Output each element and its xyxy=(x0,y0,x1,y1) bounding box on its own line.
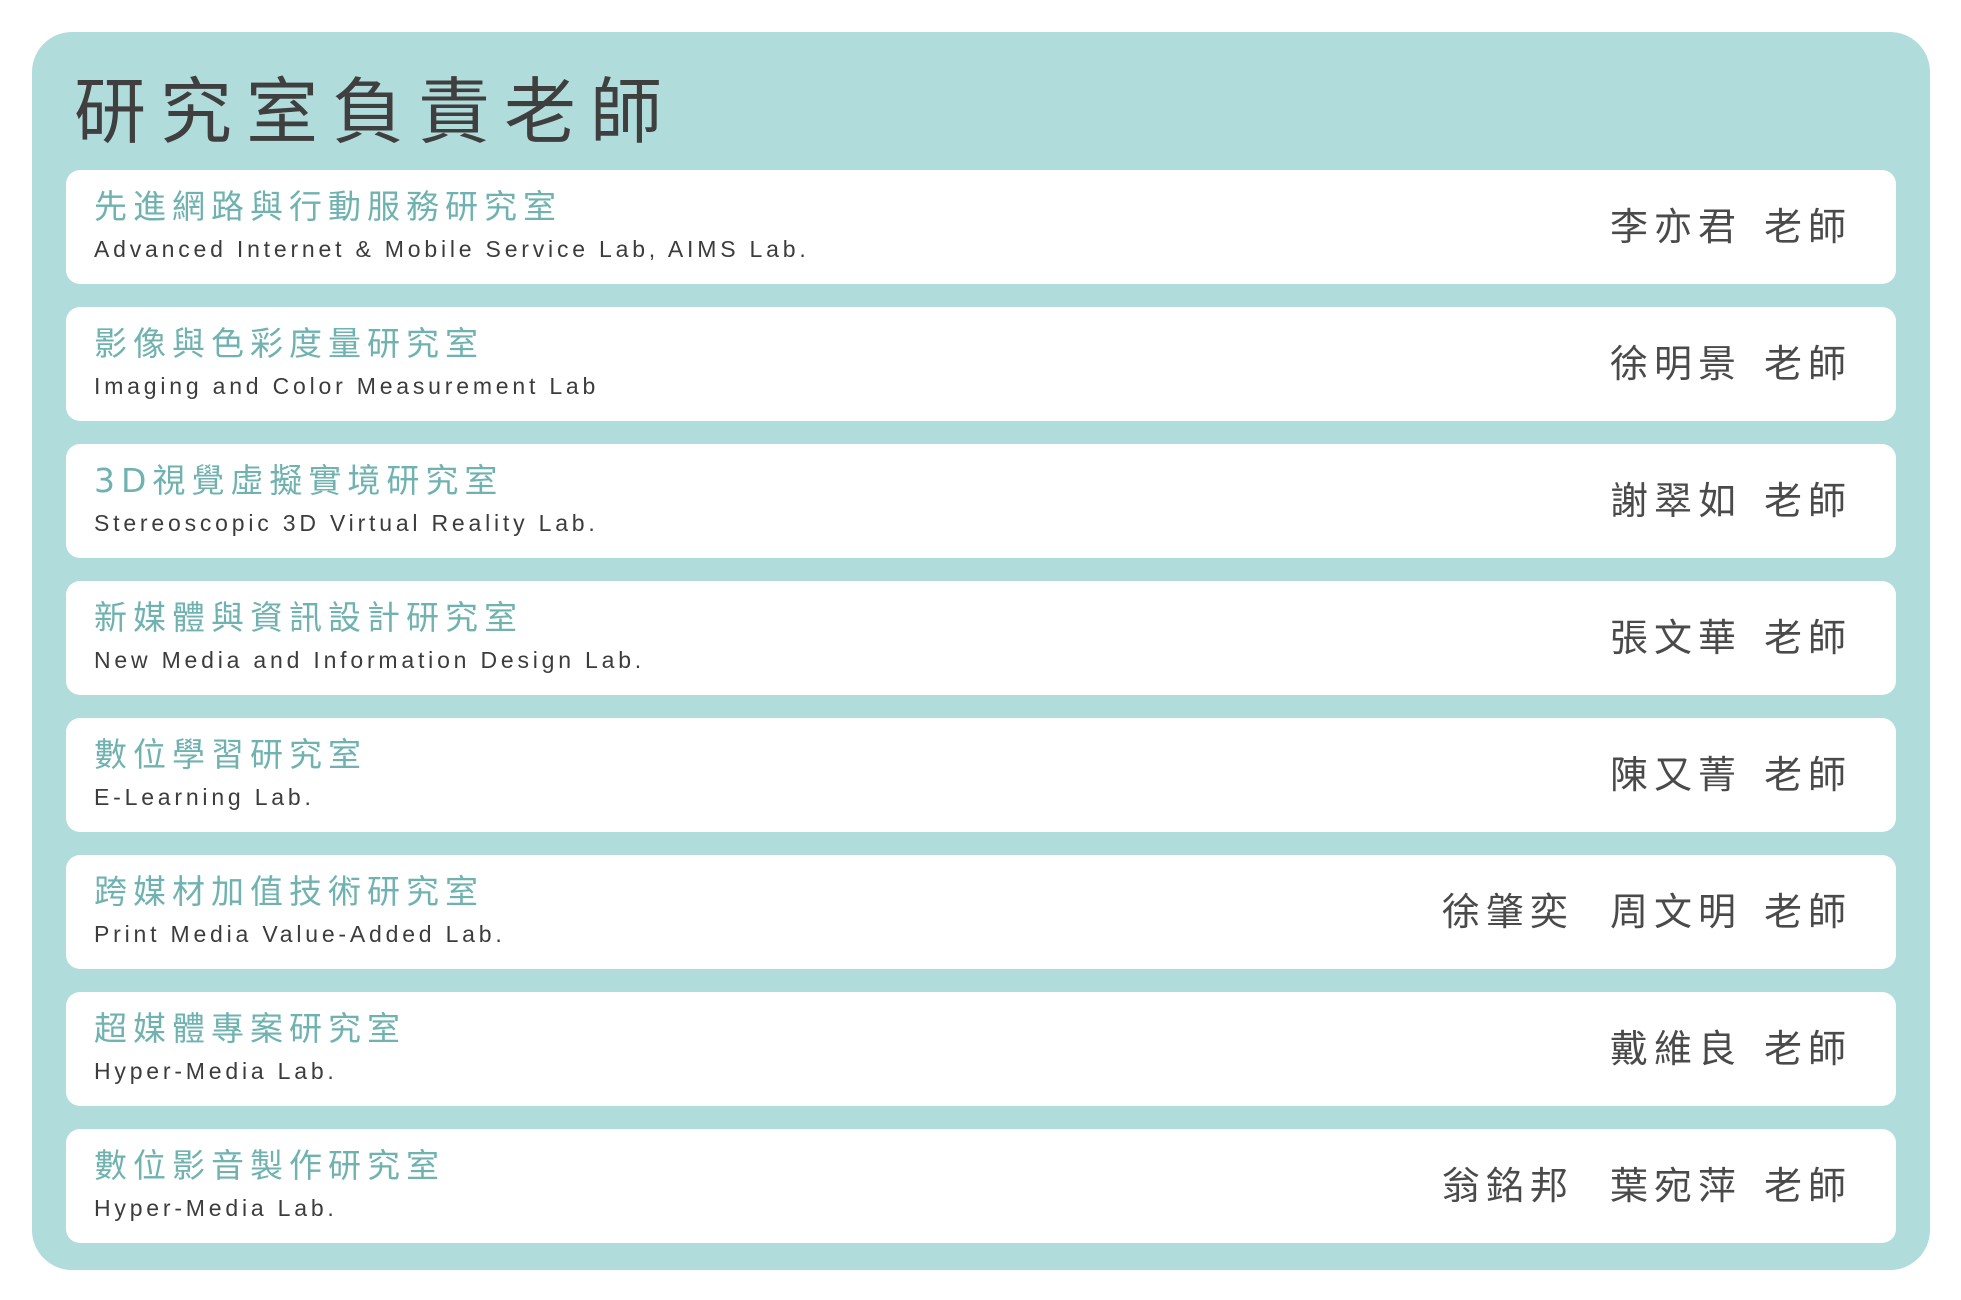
lab-name-en: Advanced Internet & Mobile Service Lab, … xyxy=(94,236,810,262)
advisor-title: 老師 xyxy=(1763,342,1852,386)
lab-advisor: 張文華 老師 xyxy=(1610,615,1852,661)
lab-card-imaging-color: 影像與色彩度量研究室 Imaging and Color Measurement… xyxy=(66,307,1896,421)
advisor-names: 戴維良 xyxy=(1609,1027,1742,1071)
advisor-title: 老師 xyxy=(1763,890,1852,934)
lab-card-e-learning: 數位學習研究室 E-Learning Lab. 陳又菁 老師 xyxy=(66,718,1896,832)
lab-advisor: 翁銘邦 葉宛萍 老師 xyxy=(1442,1163,1852,1209)
advisor-names: 陳又菁 xyxy=(1609,753,1742,797)
lab-name-en: Imaging and Color Measurement Lab xyxy=(94,373,600,399)
advisor-title: 老師 xyxy=(1763,205,1852,249)
lab-name-zh: 先進網路與行動服務研究室 xyxy=(94,187,562,226)
lab-advisor: 謝翠如 老師 xyxy=(1610,478,1852,524)
advisor-names: 李亦君 xyxy=(1609,205,1742,249)
lab-name-zh: 數位影音製作研究室 xyxy=(94,1146,445,1185)
advisor-title: 老師 xyxy=(1763,1027,1852,1071)
advisor-names: 徐肇奕 周文明 xyxy=(1441,890,1742,934)
advisor-names: 徐明景 xyxy=(1609,342,1742,386)
advisor-title: 老師 xyxy=(1763,616,1852,660)
lab-name-zh: 數位學習研究室 xyxy=(94,735,367,774)
page-title: 研究室負責老師 xyxy=(74,70,677,154)
lab-list: 先進網路與行動服務研究室 Advanced Internet & Mobile … xyxy=(66,170,1896,1266)
lab-card-hyper-media: 超媒體專案研究室 Hyper-Media Lab. 戴維良 老師 xyxy=(66,992,1896,1106)
advisor-title: 老師 xyxy=(1763,479,1852,523)
lab-card-digital-av: 數位影音製作研究室 Hyper-Media Lab. 翁銘邦 葉宛萍 老師 xyxy=(66,1129,1896,1243)
advisor-title: 老師 xyxy=(1763,1164,1852,1208)
advisor-names: 謝翠如 xyxy=(1609,479,1742,523)
advisor-title: 老師 xyxy=(1763,753,1852,797)
lab-card-new-media: 新媒體與資訊設計研究室 New Media and Information De… xyxy=(66,581,1896,695)
lab-name-zh: 超媒體專案研究室 xyxy=(94,1009,406,1048)
lab-advisor: 陳又菁 老師 xyxy=(1610,752,1852,798)
advisor-names: 翁銘邦 葉宛萍 xyxy=(1441,1164,1742,1208)
lab-advisor: 徐明景 老師 xyxy=(1610,341,1852,387)
lab-name-en: Stereoscopic 3D Virtual Reality Lab. xyxy=(94,510,599,536)
lab-advisors-panel: 研究室負責老師 先進網路與行動服務研究室 Advanced Internet &… xyxy=(32,32,1930,1270)
lab-name-zh: 3D視覺虛擬實境研究室 xyxy=(94,461,504,500)
lab-advisor: 李亦君 老師 xyxy=(1610,204,1852,250)
lab-card-aims: 先進網路與行動服務研究室 Advanced Internet & Mobile … xyxy=(66,170,1896,284)
lab-name-en: E-Learning Lab. xyxy=(94,784,315,810)
lab-name-en: New Media and Information Design Lab. xyxy=(94,647,645,673)
lab-advisor: 徐肇奕 周文明 老師 xyxy=(1442,889,1852,935)
lab-name-zh: 新媒體與資訊設計研究室 xyxy=(94,598,523,637)
lab-card-3d-vr: 3D視覺虛擬實境研究室 Stereoscopic 3D Virtual Real… xyxy=(66,444,1896,558)
lab-card-print-media: 跨媒材加值技術研究室 Print Media Value-Added Lab. … xyxy=(66,855,1896,969)
lab-name-en: Hyper-Media Lab. xyxy=(94,1195,338,1221)
lab-name-en: Print Media Value-Added Lab. xyxy=(94,921,506,947)
lab-name-zh: 跨媒材加值技術研究室 xyxy=(94,872,484,911)
lab-name-en: Hyper-Media Lab. xyxy=(94,1058,338,1084)
lab-name-zh: 影像與色彩度量研究室 xyxy=(94,324,484,363)
lab-advisor: 戴維良 老師 xyxy=(1610,1026,1852,1072)
advisor-names: 張文華 xyxy=(1609,616,1742,660)
